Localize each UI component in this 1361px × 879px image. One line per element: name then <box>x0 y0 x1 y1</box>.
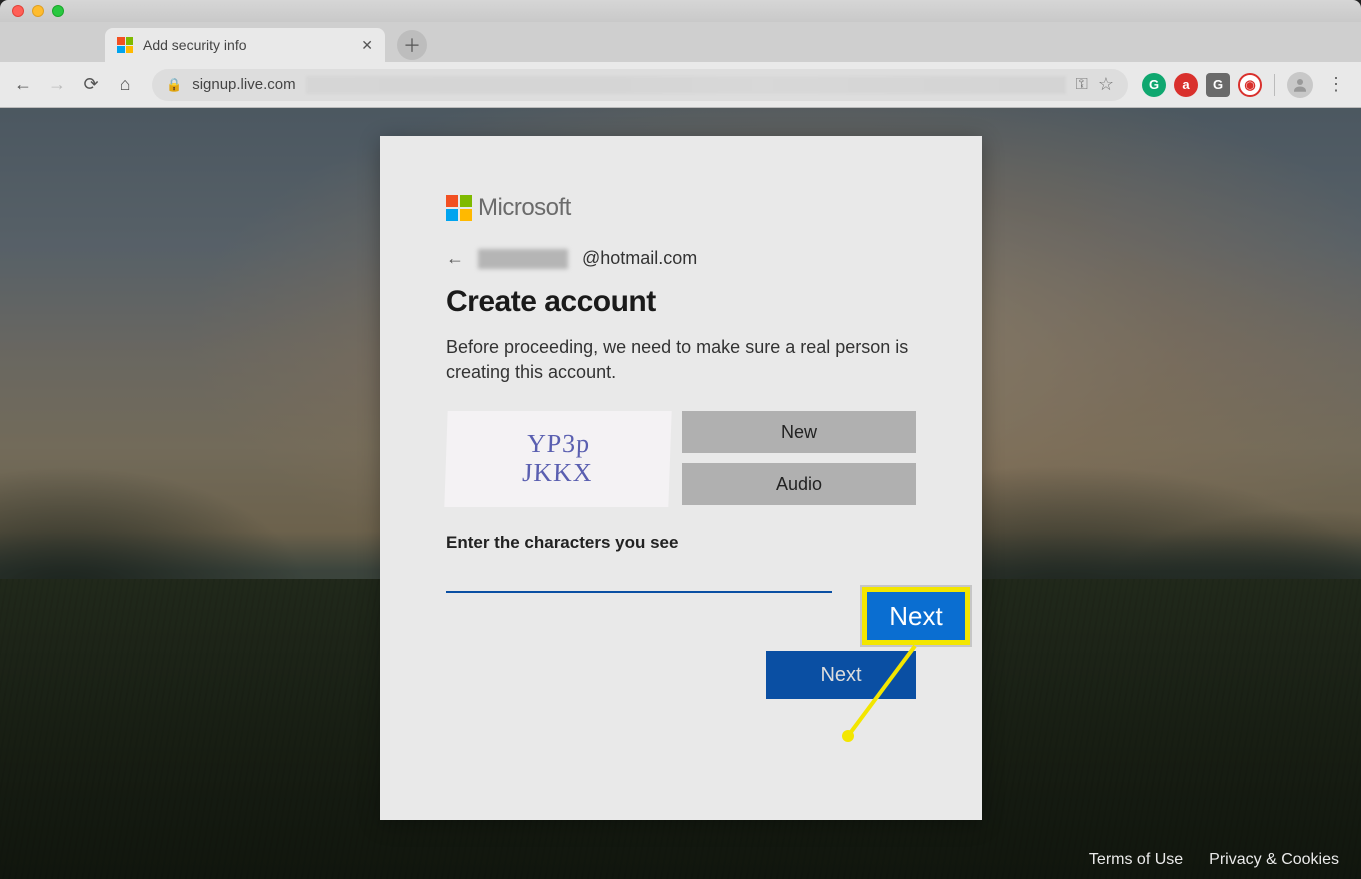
browser-tabstrip: Add security info ✕ ＋ <box>0 22 1361 62</box>
microsoft-favicon <box>117 37 133 53</box>
tab-close-icon[interactable]: ✕ <box>361 37 373 54</box>
browser-tab-active[interactable]: Add security info ✕ <box>105 28 385 62</box>
window-titlebar <box>0 0 1361 22</box>
lock-icon: 🔒 <box>166 77 182 93</box>
window-minimize-button[interactable] <box>32 5 44 17</box>
browser-menu-icon[interactable]: ⋮ <box>1321 74 1351 95</box>
extension-red-circle-icon[interactable]: ◉ <box>1238 73 1262 97</box>
captcha-row: YP3pJKKX New Audio <box>446 411 916 507</box>
new-tab-button[interactable]: ＋ <box>397 30 427 60</box>
microsoft-logo-icon <box>446 195 472 221</box>
back-button[interactable]: ← <box>10 72 36 98</box>
email-row: ← @hotmail.com <box>446 248 916 269</box>
page-description: Before proceeding, we need to make sure … <box>446 335 916 385</box>
page-heading: Create account <box>446 285 916 319</box>
extension-grammarly-icon[interactable]: G <box>1142 73 1166 97</box>
terms-link[interactable]: Terms of Use <box>1089 851 1183 869</box>
page-viewport: Microsoft ← @hotmail.com Create account … <box>0 108 1361 879</box>
brand-row: Microsoft <box>446 194 916 222</box>
email-domain: @hotmail.com <box>582 248 697 269</box>
address-bar[interactable]: 🔒 signup.live.com ⚿ ☆ <box>152 69 1128 101</box>
tab-title: Add security info <box>143 37 351 53</box>
next-button[interactable]: Next <box>766 651 916 699</box>
captcha-image: YP3pJKKX <box>444 411 671 507</box>
signup-card: Microsoft ← @hotmail.com Create account … <box>380 136 982 820</box>
captcha-new-button[interactable]: New <box>682 411 916 453</box>
captcha-input[interactable] <box>446 557 832 593</box>
url-host: signup.live.com <box>192 76 295 93</box>
captcha-audio-button[interactable]: Audio <box>682 463 916 505</box>
password-key-icon[interactable]: ⚿ <box>1076 76 1088 94</box>
window-zoom-button[interactable] <box>52 5 64 17</box>
email-local-redacted <box>478 249 568 269</box>
window-close-button[interactable] <box>12 5 24 17</box>
reload-button[interactable]: ⟳ <box>78 72 104 98</box>
bookmark-star-icon[interactable]: ☆ <box>1098 74 1114 95</box>
home-button[interactable]: ⌂ <box>112 72 138 98</box>
captcha-input-label: Enter the characters you see <box>446 533 916 553</box>
forward-button: → <box>44 72 70 98</box>
back-arrow-icon[interactable]: ← <box>446 248 464 269</box>
url-redacted <box>306 76 1066 94</box>
footer-links: Terms of Use Privacy & Cookies <box>1089 851 1339 869</box>
annotation-next-callout: Next <box>862 587 970 645</box>
privacy-link[interactable]: Privacy & Cookies <box>1209 851 1339 869</box>
browser-toolbar: ← → ⟳ ⌂ 🔒 signup.live.com ⚿ ☆ G a G ◉ ⋮ <box>0 62 1361 108</box>
extension-gray-g-icon[interactable]: G <box>1206 73 1230 97</box>
toolbar-separator <box>1274 74 1275 96</box>
profile-avatar[interactable] <box>1287 72 1313 98</box>
brand-text: Microsoft <box>478 194 571 222</box>
extension-red-a-icon[interactable]: a <box>1174 73 1198 97</box>
